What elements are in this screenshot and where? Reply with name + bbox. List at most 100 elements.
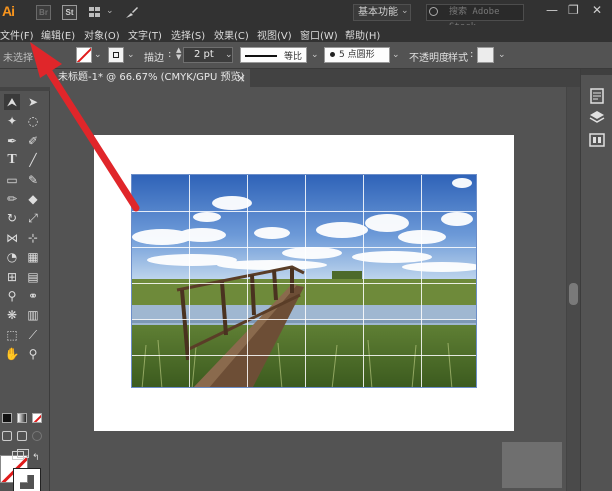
draw-inside-icon[interactable]	[32, 431, 42, 441]
guide-line	[363, 175, 364, 387]
chevron-down-icon[interactable]: ⌄	[225, 50, 233, 60]
menu-type[interactable]: 文字(T)	[128, 27, 162, 42]
opacity-label[interactable]: 不透明度	[409, 49, 449, 64]
document-tab[interactable]: 未标题-1* @ 66.67% (CMYK/GPU 预览) ×	[50, 69, 250, 87]
menu-object[interactable]: 对象(O)	[84, 27, 120, 42]
arrange-documents-icon[interactable]	[89, 7, 101, 17]
mesh-tool-icon[interactable]: ⊞	[4, 269, 20, 285]
panel-dock	[580, 69, 612, 491]
lasso-icon[interactable]: ◌	[25, 113, 41, 129]
colon-separator: :	[168, 49, 172, 60]
brush-label: 5 点圆形	[339, 50, 375, 60]
rectangle-tool-icon[interactable]: ▭	[4, 172, 20, 188]
eyedropper-icon[interactable]: ⚲	[4, 288, 20, 304]
fill-swatch[interactable]	[76, 47, 92, 63]
bridge-icon[interactable]: Br	[36, 5, 51, 20]
perspective-grid-icon[interactable]: ▦	[25, 249, 41, 265]
canvas[interactable]	[50, 87, 580, 491]
gpu-performance-icon[interactable]	[125, 5, 139, 19]
menu-select[interactable]: 选择(S)	[171, 27, 205, 42]
stock-search-input[interactable]: 搜索 Adobe Stock	[426, 4, 524, 32]
colon-separator: :	[470, 49, 474, 60]
menu-view[interactable]: 视图(V)	[257, 27, 292, 42]
placed-photo[interactable]	[131, 174, 477, 388]
control-bar: 未选择 ⌄ ⌄ 描边 : ▲ ▼ 2 pt ⌄ 等比 ⌄ 5 点圆形 ⌄ 不透明度…	[0, 42, 612, 69]
graphic-style-swatch[interactable]	[477, 47, 494, 63]
blend-tool-icon[interactable]: ⚭	[25, 288, 41, 304]
guide-line	[132, 247, 476, 248]
line-segment-icon[interactable]: ╱	[25, 152, 41, 168]
menu-effect[interactable]: 效果(C)	[214, 27, 249, 42]
properties-icon[interactable]	[588, 87, 606, 105]
watermark-blur	[502, 442, 562, 488]
rotate-tool-icon[interactable]: ↻	[4, 210, 20, 226]
vertical-scrollbar[interactable]	[566, 87, 580, 491]
eraser-icon[interactable]: ◆	[25, 191, 41, 207]
stroke-color-icon[interactable]	[13, 468, 41, 491]
none-mode-icon[interactable]	[32, 413, 42, 423]
chevron-down-icon[interactable]: ⌄	[94, 50, 102, 60]
minimize-icon[interactable]: —	[546, 3, 558, 17]
menu-edit[interactable]: 编辑(E)	[41, 27, 75, 42]
width-tool-icon[interactable]: ⋈	[4, 230, 20, 246]
type-tool-icon[interactable]: T	[4, 152, 20, 168]
chevron-down-icon[interactable]: ⌄	[127, 50, 135, 60]
gradient-tool-icon[interactable]: ▤	[25, 269, 41, 285]
curvature-tool-icon[interactable]: ✐	[25, 133, 41, 149]
column-graph-icon[interactable]: ▥	[25, 307, 41, 323]
hand-tool-icon[interactable]: ✋	[4, 346, 20, 362]
selection-status: 未选择	[3, 53, 33, 64]
chevron-down-icon[interactable]: ⌄	[106, 6, 114, 16]
artboard-tool-icon[interactable]: ⬚	[4, 327, 20, 343]
menu-help[interactable]: 帮助(H)	[345, 27, 380, 42]
artboard[interactable]	[94, 135, 514, 431]
selection-tool-icon[interactable]: ⮝	[4, 94, 20, 110]
gradient-mode-icon[interactable]	[17, 413, 27, 423]
scroll-thumb[interactable]	[569, 283, 578, 305]
draw-behind-icon[interactable]	[17, 431, 27, 441]
direct-selection-tool-icon[interactable]: ➤	[25, 94, 41, 110]
stock-icon[interactable]: St	[62, 5, 77, 20]
menu-window[interactable]: 窗口(W)	[300, 27, 338, 42]
layers-icon[interactable]	[588, 109, 606, 127]
shaper-tool-icon[interactable]: ✏	[4, 191, 20, 207]
maximize-icon[interactable]: ❐	[568, 3, 579, 17]
stroke-spinner[interactable]: ▲ ▼	[176, 47, 181, 61]
color-mode-icon[interactable]	[2, 413, 12, 423]
shape-builder-icon[interactable]: ◔	[4, 249, 20, 265]
swap-colors-icon[interactable]: ↰	[32, 453, 40, 463]
chevron-down-icon[interactable]: ⌄	[401, 6, 409, 16]
guide-line	[132, 355, 476, 356]
symbol-sprayer-icon[interactable]: ❋	[4, 307, 20, 323]
screen-mode-icon[interactable]	[12, 449, 30, 461]
chevron-down-icon[interactable]: ⌄	[498, 50, 506, 60]
libraries-icon[interactable]	[588, 131, 606, 149]
guide-line	[132, 211, 476, 212]
scale-tool-icon[interactable]: ⤢	[25, 210, 41, 226]
menu-file[interactable]: 文件(F)	[0, 27, 34, 42]
panel-grip[interactable]	[0, 87, 50, 91]
slice-tool-icon[interactable]: ⟋	[25, 327, 41, 343]
variable-width-profile[interactable]: 等比	[240, 47, 307, 63]
style-label: 样式	[448, 53, 468, 64]
panel-grip[interactable]	[581, 69, 612, 75]
guide-line	[132, 283, 476, 284]
close-icon[interactable]: ×	[236, 69, 246, 87]
profile-label: 等比	[284, 52, 303, 62]
zoom-tool-icon[interactable]: ⚲	[25, 346, 41, 362]
guide-line	[247, 175, 248, 387]
stroke-swatch[interactable]	[108, 47, 124, 63]
magic-wand-icon[interactable]: ✦	[4, 113, 20, 129]
chevron-down-icon[interactable]: ⌄	[311, 50, 319, 60]
brush-definition[interactable]: 5 点圆形	[324, 47, 390, 63]
profile-line-preview	[245, 55, 277, 57]
menu-bar: 文件(F) 编辑(E) 对象(O) 文字(T) 选择(S) 效果(C) 视图(V…	[0, 25, 612, 42]
chevron-down-icon[interactable]: ⌄	[392, 50, 400, 60]
draw-normal-icon[interactable]	[2, 431, 12, 441]
tools-panel: ⮝ ➤ ✦ ◌ ✒ ✐ T ╱ ▭ ✎ ✏ ◆ ↻ ⤢ ⋈ ⊹ ◔ ▦ ⊞ ▤ ⚲ ⚭ ❋ ▥ ⬚ ⟋ ✋ ⚲ ↰	[0, 87, 50, 491]
paintbrush-icon[interactable]: ✎	[25, 172, 41, 188]
pen-tool-icon[interactable]: ✒	[4, 133, 20, 149]
close-icon[interactable]: ✕	[592, 3, 602, 17]
free-transform-icon[interactable]: ⊹	[25, 230, 41, 246]
stroke-label[interactable]: 描边	[144, 49, 164, 64]
